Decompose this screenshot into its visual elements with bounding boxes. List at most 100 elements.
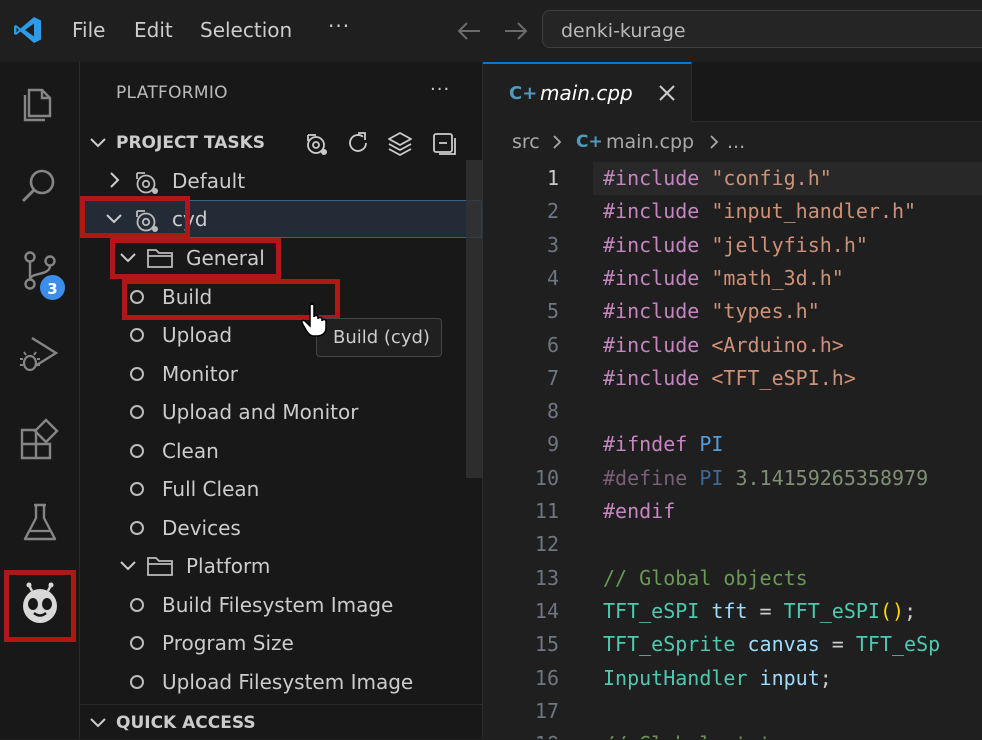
back-arrow-icon[interactable]: [456, 20, 482, 42]
layers-icon[interactable]: [386, 129, 414, 157]
task-devices[interactable]: Devices: [80, 509, 466, 547]
task-full-clean[interactable]: Full Clean: [80, 470, 466, 508]
line-number: 14: [534, 598, 559, 623]
task-label: Monitor: [162, 362, 239, 386]
forward-arrow-icon[interactable]: [503, 20, 529, 42]
code-token: #include: [603, 332, 712, 357]
menu-edit[interactable]: Edit: [134, 18, 173, 42]
task-label: Program Size: [162, 631, 294, 655]
line-number: 7: [546, 365, 559, 390]
vscode-logo-icon[interactable]: [13, 15, 43, 45]
quick-access-title: QUICK ACCESS: [116, 713, 256, 733]
line-number: 17: [534, 698, 559, 723]
code-token: canvas: [747, 632, 832, 657]
code-token: // Global objects: [603, 565, 808, 590]
task-upload-filesystem-image[interactable]: Upload Filesystem Image: [80, 663, 466, 701]
code-editor[interactable]: 1 #include "config.h" 2 #include "input_han…: [483, 162, 982, 739]
task-circle-icon: [130, 367, 144, 381]
hand-pointer-cursor-icon: [300, 302, 330, 338]
code-line[interactable]: // Global state: [603, 728, 784, 739]
line-number: 6: [546, 332, 559, 357]
task-build-filesystem-image[interactable]: Build Filesystem Image: [80, 586, 466, 624]
code-line[interactable]: #include <Arduino.h>: [603, 329, 844, 362]
sidebar-more-icon[interactable]: ···: [430, 79, 450, 100]
task-circle-icon: [130, 598, 144, 612]
extensions-icon[interactable]: [18, 416, 62, 460]
quick-access-section-header[interactable]: QUICK ACCESS: [80, 704, 483, 740]
line-number: 16: [534, 665, 559, 690]
task-circle-icon: [130, 482, 144, 496]
code-line[interactable]: #ifndef PI: [603, 428, 723, 461]
line-number: 11: [534, 499, 559, 523]
code-line[interactable]: TFT_eSprite canvas = TFT_eSp: [603, 628, 940, 661]
cpp-file-icon: C+: [509, 83, 538, 104]
task-label: Build: [162, 285, 213, 309]
code-token: 3.14159265358979: [735, 465, 929, 490]
code-line[interactable]: // Global objects: [603, 562, 808, 595]
run-and-debug-icon[interactable]: [18, 332, 62, 376]
tree-item-platform[interactable]: Platform: [80, 547, 466, 585]
refresh-icon[interactable]: [344, 129, 372, 157]
collapse-all-icon[interactable]: [430, 129, 458, 157]
task-label: Clean: [162, 439, 219, 463]
code-token: PI: [699, 432, 724, 457]
code-line[interactable]: #include "config.h": [603, 162, 832, 195]
menu-selection[interactable]: Selection: [200, 18, 292, 42]
tooltip: Build (cyd): [316, 318, 442, 357]
code-line[interactable]: InputHandler input;: [603, 662, 832, 695]
tree-item-cyd[interactable]: cyd: [80, 200, 482, 238]
task-label: Build Filesystem Image: [162, 593, 394, 617]
task-build[interactable]: Build: [80, 278, 466, 316]
project-tasks-title: PROJECT TASKS: [116, 133, 266, 153]
code-line[interactable]: #include "jellyfish.h": [603, 229, 868, 262]
code-token: input: [759, 665, 820, 690]
code-line[interactable]: #include <TFT_eSPI.h>: [603, 362, 856, 395]
environment-icon: [132, 169, 160, 195]
task-label: Full Clean: [162, 477, 260, 501]
code-token: TFT_eSp: [855, 632, 941, 657]
command-center-label: denki-kurage: [561, 20, 686, 42]
line-number: 2: [546, 199, 559, 224]
search-icon[interactable]: [18, 164, 62, 208]
sidebar-scrollbar[interactable]: [466, 160, 483, 478]
command-center-search[interactable]: denki-kurage: [542, 10, 982, 48]
tree-item-general[interactable]: General: [80, 239, 466, 277]
code-token: =: [759, 598, 784, 623]
task-upload-and-monitor[interactable]: Upload and Monitor: [80, 393, 466, 431]
code-token: ;: [819, 665, 832, 690]
tab-main-cpp[interactable]: C+ main.cpp: [483, 62, 692, 122]
code-line[interactable]: TFT_eSPI tft = TFT_eSPI();: [603, 595, 916, 628]
line-number: 15: [534, 632, 559, 657]
line-number: 18: [483, 728, 559, 739]
task-clean[interactable]: Clean: [80, 432, 466, 470]
chevron-down-icon: [118, 555, 138, 575]
tree-item-default[interactable]: Default: [80, 162, 466, 200]
code-line[interactable]: #include "math_3d.h": [603, 262, 844, 295]
code-token: #endif: [603, 499, 676, 523]
code-token: #include: [603, 199, 712, 224]
code-token: #ifndef: [603, 432, 700, 457]
task-monitor[interactable]: Monitor: [80, 355, 466, 393]
code-line[interactable]: #include "input_handler.h": [603, 195, 916, 228]
breadcrumb-folder[interactable]: src: [512, 131, 540, 153]
editor-tab-strip: C+ main.cpp: [483, 62, 982, 122]
code-line[interactable]: #include "types.h": [603, 295, 820, 328]
menu-file[interactable]: File: [72, 18, 105, 42]
project-tasks-section-header[interactable]: PROJECT TASKS: [80, 126, 483, 160]
testing-flask-icon[interactable]: [18, 500, 62, 544]
menu-more-icon[interactable]: ···: [328, 14, 350, 38]
breadcrumb-symbols[interactable]: ...: [727, 131, 745, 153]
platformio-alien-icon[interactable]: [18, 582, 62, 626]
code-token: TFT_eSPI: [783, 598, 880, 623]
code-token: "config.h": [711, 166, 832, 190]
breadcrumb-file[interactable]: main.cpp: [606, 131, 694, 153]
explorer-icon[interactable]: [18, 82, 62, 126]
task-program-size[interactable]: Program Size: [80, 624, 466, 662]
code-line[interactable]: #endif: [603, 495, 675, 528]
close-icon[interactable]: [657, 83, 677, 103]
task-circle-icon: [130, 290, 144, 304]
task-circle-icon: [130, 328, 144, 342]
new-terminal-icon[interactable]: [302, 129, 330, 157]
code-token: "math_3d.h": [711, 265, 844, 290]
code-line[interactable]: #define PI 3.14159265358979: [603, 462, 928, 495]
